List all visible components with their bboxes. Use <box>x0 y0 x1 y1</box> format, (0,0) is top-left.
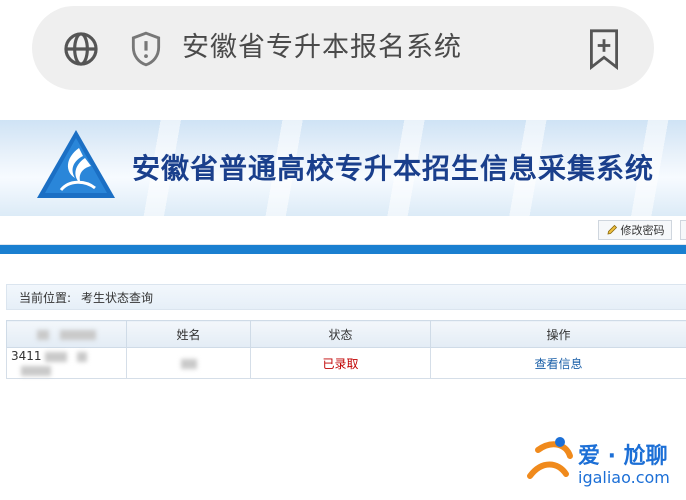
breadcrumb: 当前位置: 考生状态查询 <box>6 284 686 310</box>
redacted-header-text <box>36 329 49 340</box>
toolbar: 修改密码 <box>0 216 686 245</box>
watermark-text: 爱 · 尬聊 <box>578 444 668 469</box>
column-header-action: 操作 <box>430 320 686 348</box>
site-logo-icon <box>37 130 115 198</box>
cell-status: 已录取 <box>250 347 431 379</box>
change-password-button[interactable]: 修改密码 <box>598 220 672 240</box>
cell-id: 3411 <box>6 347 127 379</box>
status-table: 姓名 状态 操作 3411 已录取 查看信息 <box>6 320 686 379</box>
redacted-id <box>21 365 51 376</box>
banner-title: 安徽省普通高校专升本招生信息采集系统 <box>132 152 655 185</box>
browser-top-bar: 安徽省专升本报名系统 <box>0 0 686 104</box>
breadcrumb-current: 考生状态查询 <box>81 290 154 305</box>
breadcrumb-label: 当前位置: <box>19 290 72 305</box>
redacted-id <box>77 351 88 362</box>
view-info-link[interactable]: 查看信息 <box>534 357 582 371</box>
column-header-status: 状态 <box>250 320 431 348</box>
change-password-label: 修改密码 <box>620 224 665 237</box>
address-text[interactable]: 安徽省专升本报名系统 <box>182 26 462 70</box>
globe-icon[interactable] <box>62 30 100 68</box>
redacted-header-text <box>60 329 97 340</box>
add-bookmark-icon[interactable] <box>587 28 621 70</box>
redacted-id <box>45 351 68 362</box>
address-bar[interactable]: 安徽省专升本报名系统 <box>32 6 654 90</box>
cell-name <box>126 347 251 379</box>
column-header-name: 姓名 <box>126 320 251 348</box>
pencil-icon <box>606 224 617 235</box>
cell-action: 查看信息 <box>430 347 686 379</box>
header-divider <box>0 245 686 254</box>
toolbar-next-button[interactable] <box>680 220 686 240</box>
id-prefix: 3411 <box>11 349 42 363</box>
redacted-name <box>180 358 197 369</box>
watermark-url: igaliao.com <box>578 468 670 487</box>
shield-alert-icon[interactable] <box>127 30 165 68</box>
column-header-id <box>6 320 127 348</box>
table-header-row: 姓名 状态 操作 <box>6 320 686 348</box>
table-row: 3411 已录取 查看信息 <box>6 347 686 379</box>
